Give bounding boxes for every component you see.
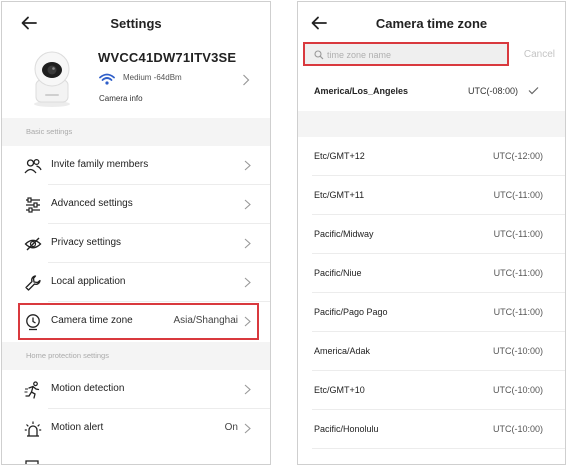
- running-icon: [24, 381, 40, 399]
- time-zone-name: Pacific/Honolulu: [314, 424, 379, 434]
- time-zone-row-selected[interactable]: America/Los_Angeles UTC(-08:00): [298, 72, 565, 111]
- settings-item-advanced[interactable]: Advanced settings: [2, 185, 270, 224]
- time-zone-row[interactable]: Pacific/Honolulu UTC(-10:00): [298, 410, 565, 449]
- time-zone-offset: UTC(-11:00): [493, 268, 543, 278]
- chevron-right-icon: [244, 423, 251, 434]
- settings-item-motion-detection[interactable]: Motion detection: [2, 370, 270, 409]
- time-zone-offset: UTC(-11:00): [493, 229, 543, 239]
- chevron-right-icon: [244, 384, 251, 395]
- camera-info-label: Camera info: [99, 94, 143, 103]
- search-input[interactable]: [327, 48, 503, 62]
- camera-name: WVCC41DW71ITV3SE: [98, 50, 237, 65]
- settings-item-label: Motion alert: [51, 422, 104, 433]
- time-zone-row[interactable]: Pacific/Niue UTC(-11:00): [298, 254, 565, 293]
- section-header-home-protection: Home protection settings: [2, 342, 270, 370]
- chevron-right-icon: [243, 74, 250, 86]
- settings-item-label: Advanced settings: [51, 198, 133, 209]
- settings-topbar: Settings: [2, 2, 270, 46]
- search-field[interactable]: [303, 42, 509, 66]
- settings-item-invite-family[interactable]: Invite family members: [2, 146, 270, 185]
- settings-item-privacy[interactable]: Privacy settings: [2, 224, 270, 263]
- wrench-icon: [25, 275, 41, 291]
- page-title: Settings: [110, 16, 162, 31]
- time-zone-offset: UTC(-10:00): [492, 385, 543, 395]
- time-zone-name: Etc/GMT+12: [314, 151, 365, 161]
- list-separator: [298, 111, 565, 137]
- motion-alert-value: On: [224, 422, 238, 433]
- chevron-right-icon: [244, 160, 251, 171]
- camera-device-icon: [34, 51, 70, 107]
- time-zone-offset: UTC(-10:00): [492, 346, 543, 356]
- wifi-icon: [99, 73, 115, 85]
- divider: [312, 448, 565, 449]
- settings-item-label: Privacy settings: [51, 237, 122, 248]
- time-zone-name: Etc/GMT+11: [314, 190, 365, 200]
- time-zone-name: Pacific/Niue: [314, 268, 362, 278]
- time-zone-offset: UTC(-10:00): [492, 424, 543, 434]
- chevron-right-icon: [244, 238, 251, 249]
- time-zone-name: America/Los_Angeles: [314, 86, 409, 96]
- page-title: Camera time zone: [375, 16, 488, 31]
- settings-item-label: Local application: [51, 276, 126, 287]
- time-zone-name: Etc/GMT+10: [314, 385, 365, 395]
- people-icon: [24, 158, 42, 174]
- time-zone-row[interactable]: Pacific/Midway UTC(-11:00): [298, 215, 565, 254]
- partial-next-item-icon: [25, 460, 39, 464]
- section-header-basic: Basic settings: [2, 118, 270, 146]
- camera-info-card[interactable]: WVCC41DW71ITV3SE Medium -64dBm Camera in…: [2, 46, 270, 118]
- search-bar: Cancel: [298, 40, 565, 70]
- settings-item-label: Invite family members: [51, 159, 149, 170]
- time-zone-row[interactable]: Etc/GMT+11 UTC(-11:00): [298, 176, 565, 215]
- settings-item-local-app[interactable]: Local application: [2, 263, 270, 302]
- settings-item-motion-alert[interactable]: Motion alert On: [2, 409, 270, 448]
- time-zone-row[interactable]: Etc/GMT+12 UTC(-12:00): [298, 137, 565, 176]
- cancel-button[interactable]: Cancel: [524, 49, 555, 60]
- chevron-right-icon: [244, 199, 251, 210]
- time-zone-name: America/Adak: [314, 346, 371, 356]
- time-zone-row[interactable]: Pacific/Pago Pago UTC(-11:00): [298, 293, 565, 332]
- settings-screen: Settings WVCC41DW71ITV3SE Medium -64dBm …: [1, 1, 271, 465]
- time-zone-offset: UTC(-12:00): [492, 151, 543, 161]
- time-zone-offset: UTC(-08:00): [467, 86, 518, 96]
- time-zone-name: Pacific/Midway: [314, 229, 374, 239]
- time-zone-row[interactable]: Etc/GMT+10 UTC(-10:00): [298, 371, 565, 410]
- sliders-icon: [26, 197, 40, 213]
- time-zone-row[interactable]: America/Adak UTC(-10:00): [298, 332, 565, 371]
- settings-item-label: Motion detection: [51, 383, 125, 394]
- signal-strength: Medium -64dBm: [123, 73, 182, 82]
- highlight-box: [18, 303, 259, 340]
- time-zone-offset: UTC(-11:00): [493, 190, 543, 200]
- time-zone-name: Pacific/Pago Pago: [314, 307, 388, 317]
- section-label: Home protection settings: [26, 351, 109, 360]
- eye-off-icon: [24, 237, 42, 251]
- alarm-icon: [24, 421, 42, 437]
- section-label: Basic settings: [26, 127, 73, 136]
- chevron-right-icon: [244, 277, 251, 288]
- search-icon: [314, 50, 324, 60]
- time-zone-screen: Camera time zone Cancel America/Los_Ange…: [297, 1, 566, 465]
- checkmark-icon: [528, 87, 539, 95]
- time-zone-offset: UTC(-11:00): [493, 307, 543, 317]
